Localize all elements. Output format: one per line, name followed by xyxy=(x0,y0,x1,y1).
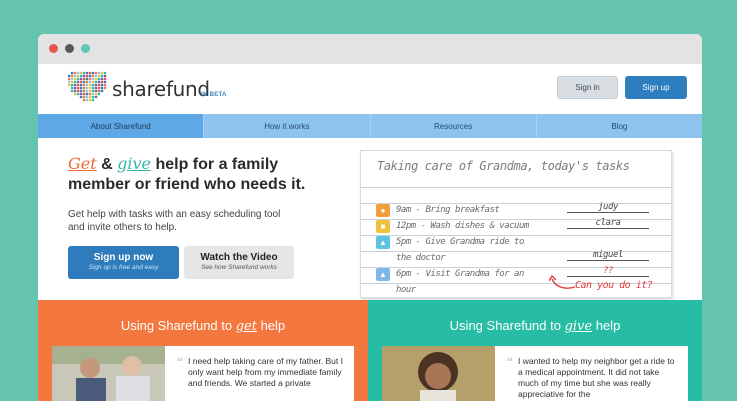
close-window-control[interactable] xyxy=(49,44,58,53)
get-help-title-pre: Using Sharefund to xyxy=(120,318,236,333)
task-text-continued: the doctor xyxy=(396,253,446,263)
task-note-card: Taking care of Grandma, today's tasks ● … xyxy=(360,150,672,298)
hero-title-give: give xyxy=(117,154,152,173)
hero-section: Get & give help for a family member or f… xyxy=(38,138,702,300)
sign-up-now-sublabel: Sign up is free and easy xyxy=(88,264,159,271)
sign-in-button[interactable]: Sign in xyxy=(557,76,618,99)
note-rule xyxy=(361,235,671,236)
window-titlebar xyxy=(38,34,702,64)
get-help-title-post: help xyxy=(256,318,286,333)
food-icon: ● xyxy=(376,204,390,217)
task-text: 12pm - Wash dishes & vacuum xyxy=(396,221,529,231)
curved-arrow-icon xyxy=(549,274,576,289)
task-assignee: judy xyxy=(567,202,649,213)
hero-title-get: Get xyxy=(68,154,97,173)
give-help-title-pre: Using Sharefund to xyxy=(449,318,565,333)
task-assignee-open: ?? xyxy=(567,266,649,277)
volunteer-photo xyxy=(382,346,495,401)
beta-badge: IN BETA xyxy=(201,92,227,98)
quote-mark-icon: “ xyxy=(176,356,184,372)
get-help-quote: I need help taking care of my father. Bu… xyxy=(188,356,343,388)
task-text: 5pm - Give Grandma ride to xyxy=(396,237,524,247)
brand-name[interactable]: sharefund xyxy=(112,77,210,101)
give-help-title: Using Sharefund to give help xyxy=(368,318,702,334)
sign-up-now-label: Sign up now xyxy=(93,252,154,263)
note-rule xyxy=(361,187,671,188)
give-help-story: “ I wanted to help my neighbor get a rid… xyxy=(382,346,688,401)
give-help-title-post: help xyxy=(592,318,621,333)
minimize-window-control[interactable] xyxy=(65,44,74,53)
sign-up-now-button[interactable]: Sign up now Sign up is free and easy xyxy=(68,246,179,279)
give-help-title-hl: give xyxy=(564,319,593,334)
sign-up-button[interactable]: Sign up xyxy=(625,76,687,99)
watch-video-sublabel: See how Sharefund works xyxy=(201,264,277,271)
get-help-title-hl: get xyxy=(235,319,257,334)
browser-window: sharefund IN BETA Sign in Sign up About … xyxy=(38,34,702,401)
hero-title: Get & give help for a family member or f… xyxy=(68,154,328,195)
car-icon: ▲ xyxy=(376,236,390,249)
get-help-panel: Using Sharefund to get help “ I need hel… xyxy=(38,300,368,401)
give-help-panel: Using Sharefund to give help “ I wanted … xyxy=(368,300,702,401)
nav-item-how-it-works[interactable]: How it works xyxy=(204,114,371,138)
hero-title-amp: & xyxy=(96,156,118,173)
nav-item-about[interactable]: About Sharefund xyxy=(38,114,205,138)
task-text: 6pm - Visit Grandma for an xyxy=(396,269,524,279)
ask-help-note: Can you do it? xyxy=(575,280,653,291)
watch-video-label: Watch the Video xyxy=(200,252,278,263)
heart-logo-icon[interactable] xyxy=(68,71,108,107)
maximize-window-control[interactable] xyxy=(81,44,90,53)
task-text: 9am - Bring breakfast xyxy=(396,205,500,215)
nav-item-resources[interactable]: Resources xyxy=(371,114,537,138)
nav-item-blog[interactable]: Blog xyxy=(537,114,702,138)
site-header: sharefund IN BETA Sign in Sign up xyxy=(38,64,702,114)
quote-mark-icon: “ xyxy=(506,356,514,372)
hero-description: Get help with tasks with an easy schedul… xyxy=(68,209,281,233)
get-help-story: “ I need help taking care of my father. … xyxy=(52,346,354,401)
main-nav: About Sharefund How it works Resources B… xyxy=(38,114,702,138)
walk-icon: ▲ xyxy=(376,268,390,281)
task-assignee: miguel xyxy=(567,250,649,261)
dishes-icon: ■ xyxy=(376,220,390,233)
task-assignee: clara xyxy=(567,218,649,229)
task-note-title: Taking care of Grandma, today's tasks xyxy=(377,159,630,173)
caregiver-photo xyxy=(52,346,165,401)
get-help-title: Using Sharefund to get help xyxy=(38,318,368,334)
watch-video-button[interactable]: Watch the Video See how Sharefund works xyxy=(184,246,294,279)
give-help-quote: I wanted to help my neighbor get a ride … xyxy=(518,356,675,399)
task-text-continued: hour xyxy=(396,285,416,295)
